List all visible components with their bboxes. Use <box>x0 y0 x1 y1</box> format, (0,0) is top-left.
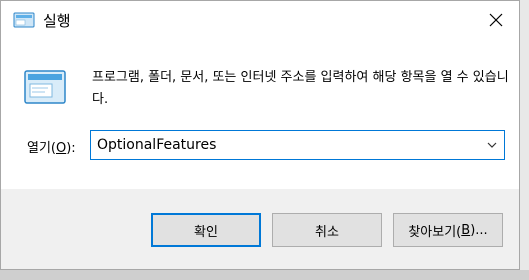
window-title: 실행 <box>43 12 71 30</box>
open-input[interactable]: OptionalFeatures <box>97 137 216 153</box>
open-label-suffix: ): <box>66 141 76 156</box>
browse-label-prefix: 찾아보기( <box>408 224 462 240</box>
title-bar: 실행 <box>1 1 519 39</box>
open-label: 열기(O): <box>27 137 76 156</box>
open-combobox[interactable]: OptionalFeatures <box>90 130 505 160</box>
browse-label-suffix: )... <box>470 222 488 238</box>
dialog-content: 프로그램, 폴더, 문서, 또는 인터넷 주소를 입력하여 해당 항목을 열 수… <box>1 39 519 189</box>
browse-button[interactable]: 찾아보기(B)... <box>393 213 503 247</box>
run-large-icon <box>24 70 66 104</box>
open-label-prefix: 열기( <box>27 141 56 156</box>
run-dialog: 실행 프로그램, 폴더, 문서, 또는 인터넷 주소를 입력하여 해당 항목을 … <box>0 0 520 270</box>
close-icon <box>489 13 503 27</box>
ok-button[interactable]: 확인 <box>151 213 261 247</box>
button-bar: 확인 취소 찾아보기(B)... <box>1 189 519 269</box>
run-icon <box>13 12 35 28</box>
open-label-accesskey: O <box>56 141 67 156</box>
dialog-description: 프로그램, 폴더, 문서, 또는 인터넷 주소를 입력하여 해당 항목을 열 수… <box>92 70 509 107</box>
background-bottom-edge <box>0 270 529 280</box>
background-window-edge <box>520 0 529 280</box>
cancel-button[interactable]: 취소 <box>272 213 382 247</box>
chevron-down-icon[interactable] <box>486 140 498 150</box>
browse-label-accesskey: B <box>461 222 471 238</box>
close-button[interactable] <box>473 1 519 39</box>
